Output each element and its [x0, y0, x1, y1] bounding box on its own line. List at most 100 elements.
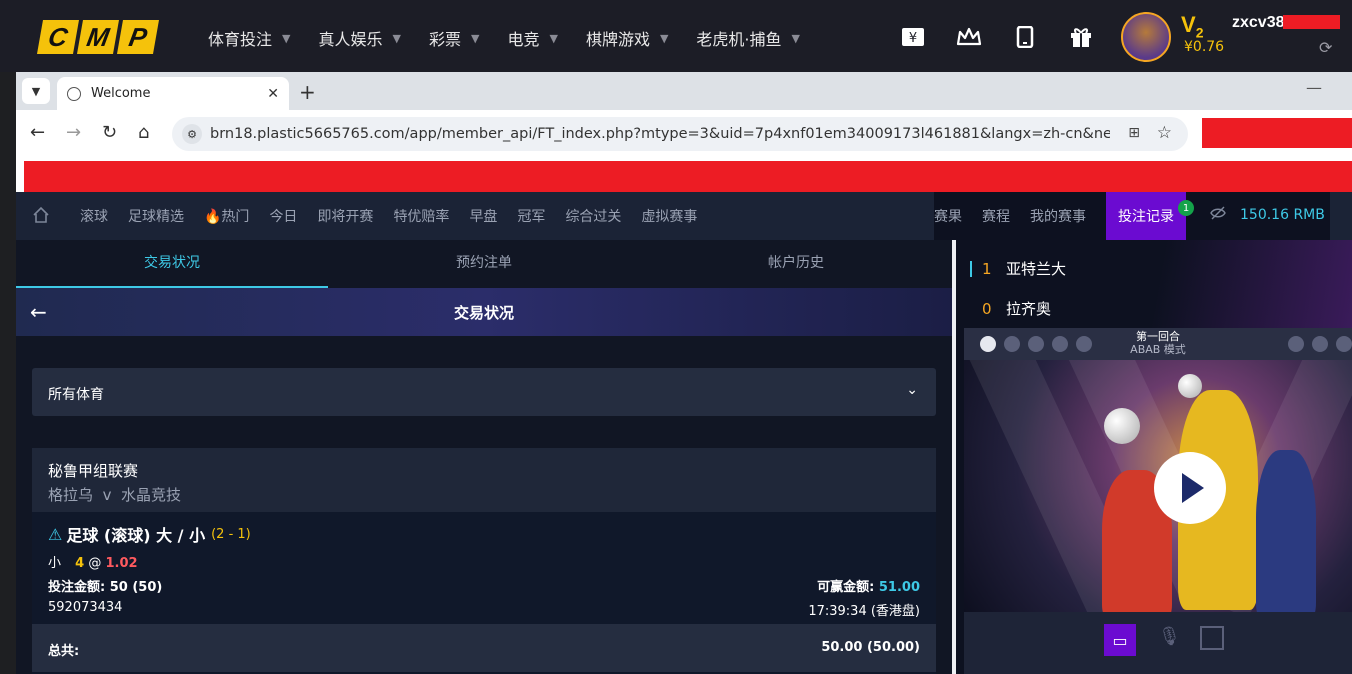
vs-label: v [102, 486, 112, 504]
round-indicator: 第一回合 ABAB 模式 [964, 328, 1352, 360]
win-value: 51.00 [878, 580, 920, 595]
round-dots-right [1288, 336, 1352, 352]
logo-letter: P [117, 20, 159, 54]
refresh-icon[interactable]: ⟳ [1319, 38, 1332, 57]
translate-icon[interactable]: ⊞ [1128, 125, 1140, 141]
nav-inplay[interactable]: 滚球 [80, 206, 108, 226]
nav-upcoming[interactable]: 即将开赛 [317, 206, 373, 226]
scoreboard-row: 1 亚特兰大 [970, 258, 1066, 279]
menu-card-games[interactable]: 棋牌游戏 ▼ [586, 26, 696, 50]
bet-time: 17:39:34 (香港盘) [808, 604, 920, 619]
forward-icon[interactable]: → [66, 122, 81, 143]
nav-my-events[interactable]: 我的赛事 [1030, 206, 1086, 226]
gift-icon[interactable] [1068, 26, 1094, 48]
bookmarks-bar [16, 158, 1352, 192]
menu-label: 真人娱乐 [318, 30, 383, 49]
mobile-icon[interactable] [1012, 26, 1038, 48]
nav-outright[interactable]: 冠军 [517, 206, 545, 226]
username: zxcv38 [1232, 14, 1285, 31]
vip-letter: V [1181, 12, 1196, 37]
balance-currency: RMB [1293, 207, 1325, 223]
play-button[interactable] [1154, 452, 1226, 524]
chevron-down-icon: ⌄ [906, 382, 918, 398]
bookmark-star-icon[interactable]: ☆ [1157, 123, 1172, 143]
win-label: 可赢金额: [817, 580, 875, 595]
nav-parlay[interactable]: 综合过关 [565, 206, 621, 226]
hide-balance-icon[interactable] [1210, 206, 1226, 224]
menu-label: 棋牌游戏 [585, 30, 650, 49]
chevron-down-icon: ▼ [549, 31, 558, 45]
back-icon[interactable]: ← [30, 122, 45, 143]
top-icon-group: ¥ [900, 26, 1094, 48]
tv-icon[interactable]: ▭ [1104, 624, 1136, 656]
new-tab-button[interactable]: + [299, 80, 316, 104]
globe-icon [67, 86, 81, 101]
nav-bet-records[interactable]: 投注记录 1 [1106, 192, 1194, 240]
nav-boosted-odds[interactable]: 特优赔率 [393, 206, 449, 226]
media-controls: ▭ 🎙 [964, 612, 1352, 674]
browser-tab[interactable]: Welcome ✕ [57, 77, 289, 110]
round-dot [1336, 336, 1352, 352]
sport-filter-value: 所有体育 [48, 387, 104, 403]
logo-letter: C [37, 20, 79, 54]
pick-line: 4 [75, 556, 85, 571]
microphone-icon[interactable]: 🎙 [1158, 626, 1181, 647]
nav-virtual[interactable]: 虚拟赛事 [641, 206, 697, 226]
menu-live-casino[interactable]: 真人娱乐 ▼ [318, 26, 428, 50]
live-video-player[interactable] [964, 360, 1352, 612]
crown-icon[interactable] [956, 26, 982, 48]
nav-early[interactable]: 早盘 [469, 206, 497, 226]
main-menu: 体育投注 ▼ 真人娱乐 ▼ 彩票 ▼ 电竞 ▼ 棋牌游戏 ▼ 老虎机·捕鱼 ▼ [208, 26, 828, 50]
menu-slots-fishing[interactable]: 老虎机·捕鱼 ▼ [696, 26, 828, 50]
tab-transactions[interactable]: 交易状况 [16, 240, 328, 288]
site-info-icon[interactable]: ⚙ [182, 124, 202, 144]
live-panel: 1 亚特兰大 0 拉齐奥 第一回合 ABAB 模式 ▭ 🎙 [956, 240, 1352, 674]
nav-results[interactable]: 赛果 [934, 206, 962, 226]
home-icon[interactable]: ⌂ [138, 122, 149, 143]
menu-lottery[interactable]: 彩票 ▼ [429, 26, 507, 50]
pitch-tracker-icon[interactable] [1200, 626, 1224, 650]
currency-yen-icon[interactable]: ¥ [900, 26, 926, 48]
user-avatar[interactable] [1121, 12, 1171, 62]
address-bar: ← → ↻ ⌂ ⚙ brn18.plastic5665765.com/app/m… [16, 110, 1352, 158]
sport-filter-select[interactable]: 所有体育 ⌄ [32, 368, 936, 416]
bet-type-label: 足球 (滚球) 大 / 小 [66, 526, 206, 545]
redaction-bar [1283, 15, 1340, 29]
chevron-down-icon: ▼ [282, 31, 291, 45]
minimize-button[interactable]: — [1306, 78, 1322, 97]
chevron-down-icon: ▼ [791, 31, 800, 45]
home-team: 格拉乌 [48, 486, 94, 504]
menu-sports[interactable]: 体育投注 ▼ [208, 26, 318, 50]
cmp-logo[interactable]: C M P [37, 20, 159, 54]
menu-label: 彩票 [428, 30, 461, 49]
tab-scheduled-bets[interactable]: 预约注单 [328, 240, 640, 288]
total-value: 50.00 (50.00) [821, 640, 920, 655]
round-dot [1288, 336, 1304, 352]
scoreboard-row: 0 拉齐奥 [982, 298, 1051, 319]
play-icon [1182, 473, 1204, 503]
menu-esports[interactable]: 电竞 ▼ [507, 26, 585, 50]
menu-label: 老虎机·捕鱼 [696, 30, 782, 49]
close-tab-icon[interactable]: ✕ [267, 86, 279, 102]
stake-label: 投注金额: [48, 580, 106, 595]
nav-football-picks[interactable]: 足球精选 [128, 206, 184, 226]
nav-hot[interactable]: 🔥热门 [204, 206, 249, 226]
tab-title: Welcome [91, 86, 151, 101]
team-name: 拉齐奥 [1006, 300, 1052, 318]
potential-win: 可赢金额: 51.00 [817, 576, 920, 595]
bet-panel: 交易状况 预约注单 帐户历史 ← 交易状况 所有体育 ⌄ 秘鲁甲组联赛 格拉乌 … [16, 240, 952, 674]
tab-account-history[interactable]: 帐户历史 [640, 240, 952, 288]
round-dot [1312, 336, 1328, 352]
bet-count-badge: 1 [1178, 200, 1194, 216]
nav-schedule[interactable]: 赛程 [982, 206, 1010, 226]
nav-today[interactable]: 今日 [269, 206, 297, 226]
team-name: 亚特兰大 [1006, 260, 1067, 278]
total-label: 总共: [48, 644, 80, 659]
url-field[interactable]: ⚙ brn18.plastic5665765.com/app/member_ap… [172, 117, 1188, 151]
tab-search-dropdown[interactable]: ▼ [22, 78, 50, 104]
reload-icon[interactable]: ↻ [102, 122, 117, 143]
live-score: (2 - 1) [211, 526, 251, 542]
chevron-down-icon: ▼ [392, 31, 401, 45]
home-icon[interactable] [32, 206, 50, 224]
at-symbol: @ [88, 556, 102, 571]
